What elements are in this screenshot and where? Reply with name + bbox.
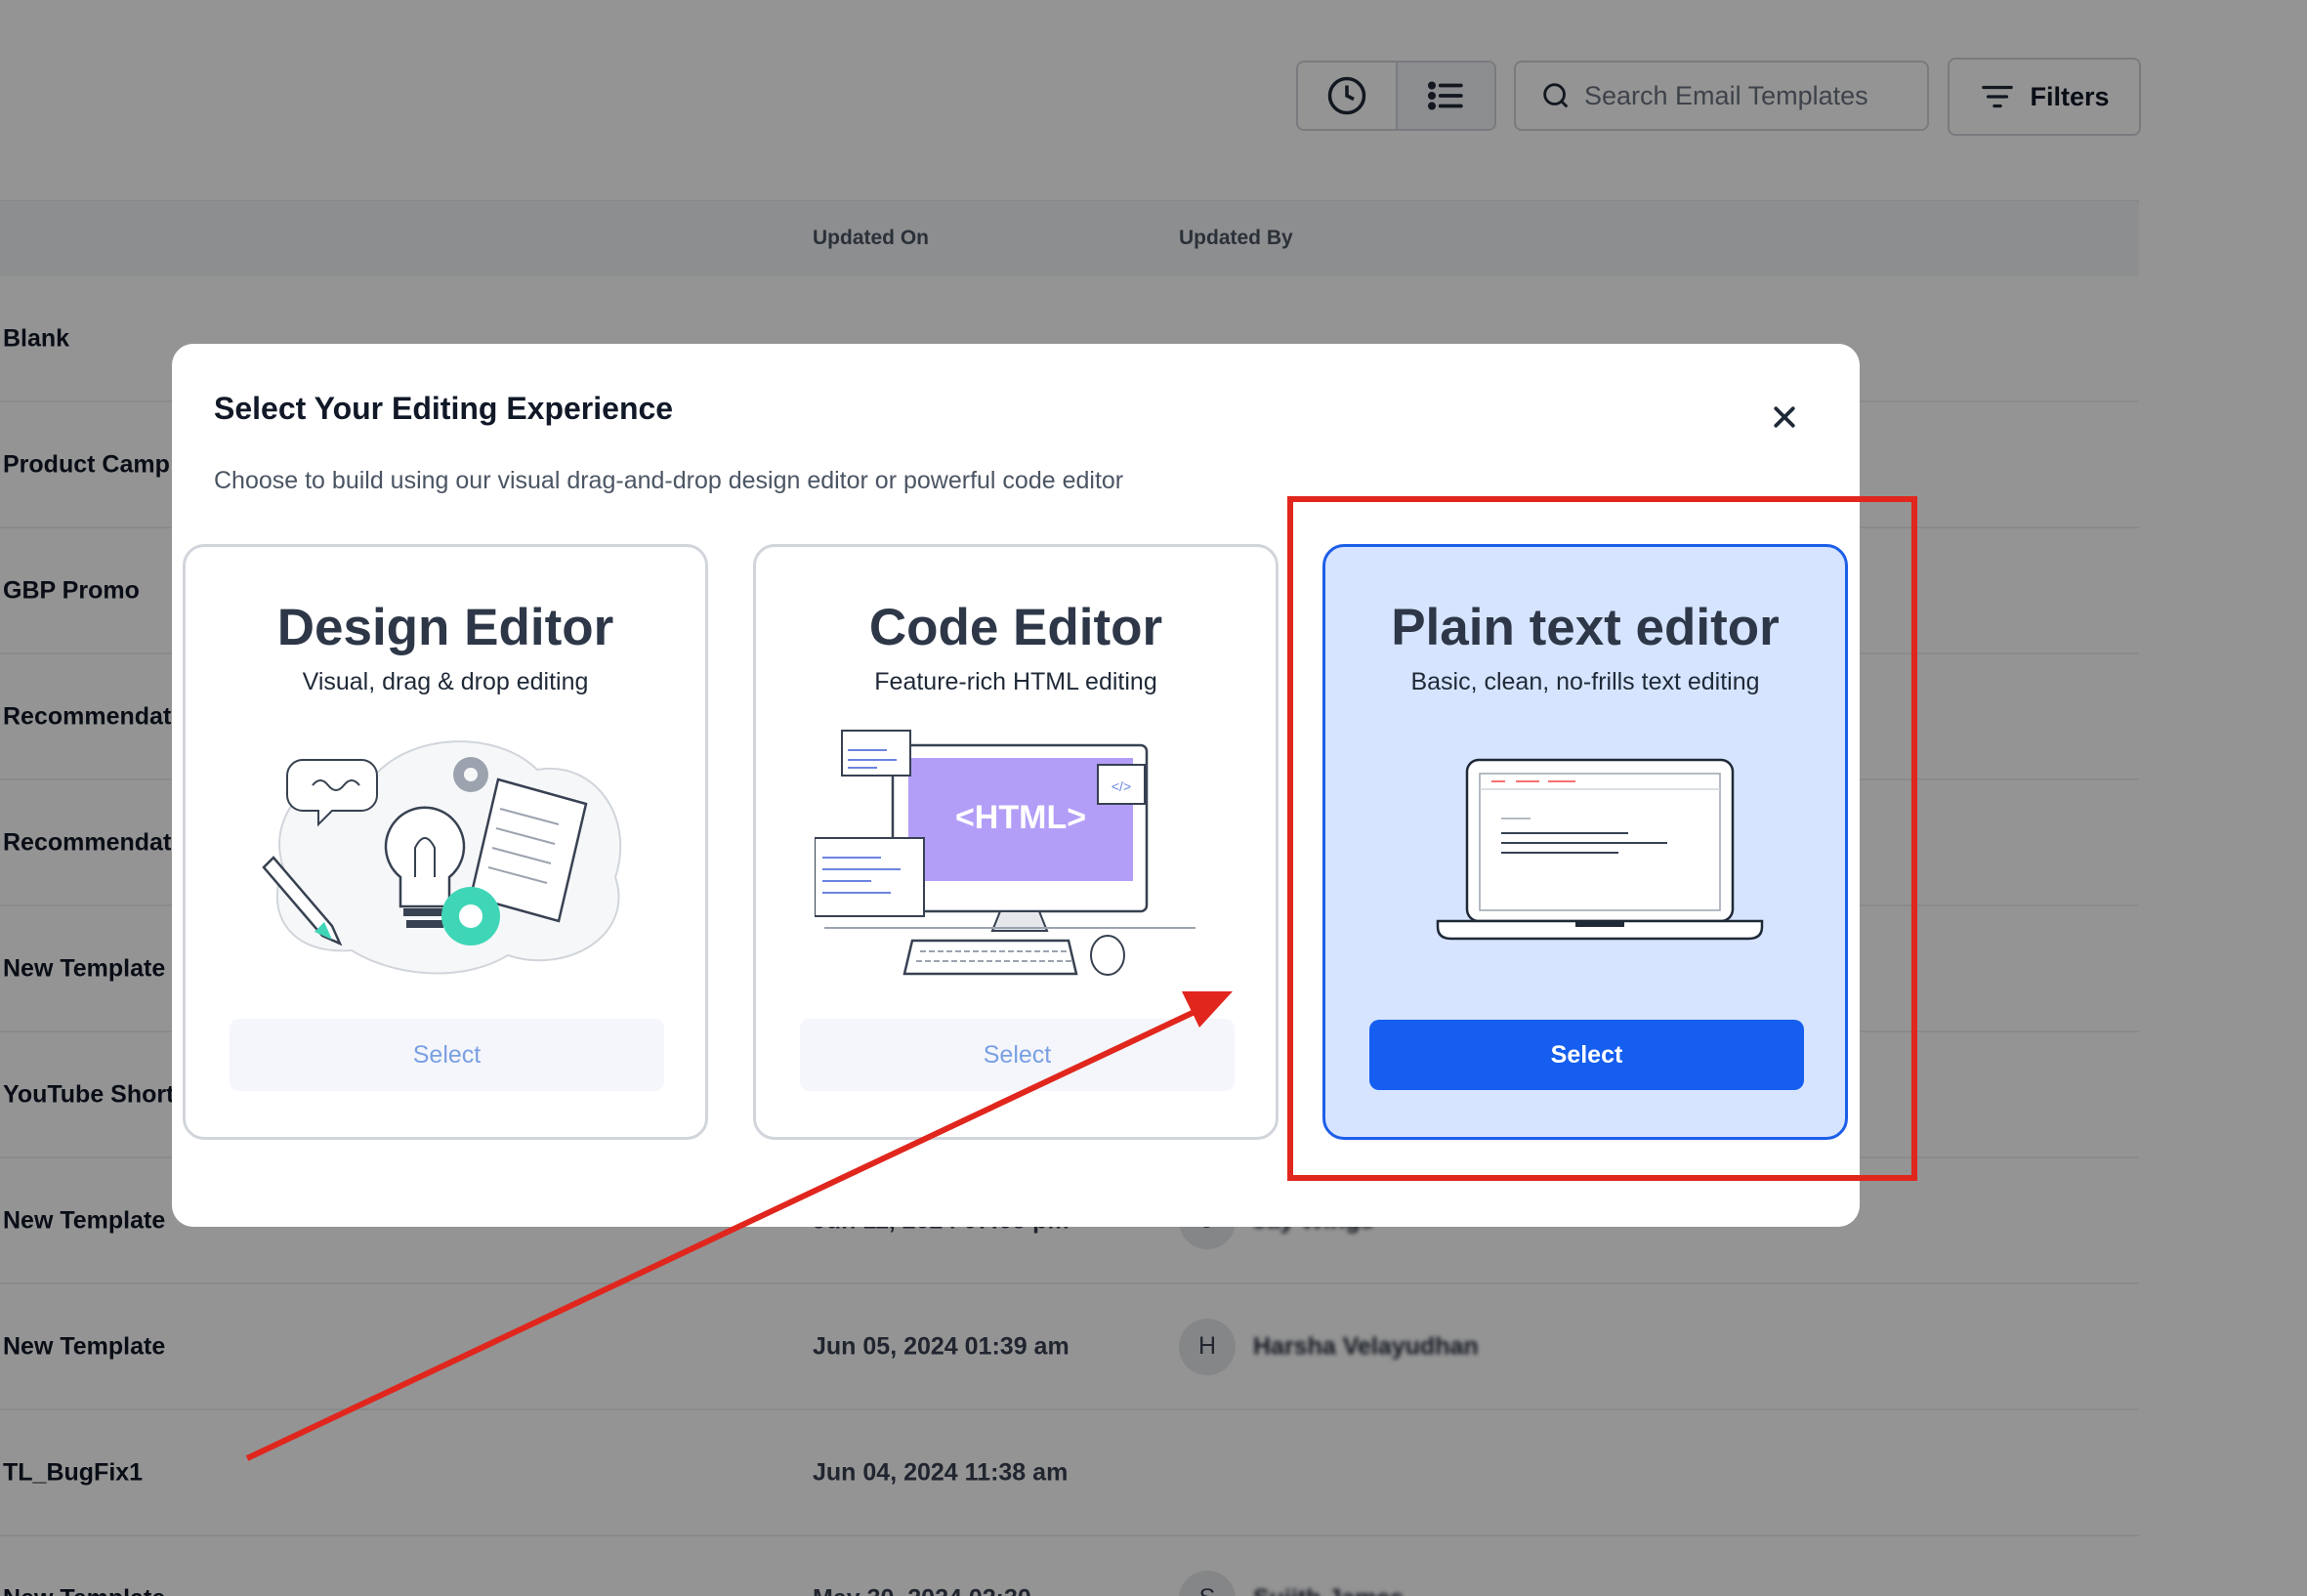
select-code-editor-button[interactable]: Select [800,1019,1235,1091]
card-subtitle: Visual, drag & drop editing [302,668,589,695]
card-subtitle: Feature-rich HTML editing [874,668,1157,695]
select-design-editor-button[interactable]: Select [230,1019,664,1091]
card-title: Design Editor [276,599,614,656]
html-tag-text: <HTML> [955,799,1086,836]
code-editor-card[interactable]: Code Editor Feature-rich HTML editing <H… [753,544,1279,1140]
modal-subtitle: Choose to build using our visual drag-an… [214,467,1124,494]
close-button[interactable] [1762,395,1807,440]
design-editor-card[interactable]: Design Editor Visual, drag & drop editin… [183,544,708,1140]
design-editor-illustration [262,740,622,975]
close-icon [1774,406,1795,428]
annotation-highlight-box [1287,496,1917,1181]
svg-text:</>: </> [1112,778,1131,794]
code-editor-illustration: <HTML> </> [815,730,1195,976]
modal-title: Select Your Editing Experience [214,391,674,426]
card-title: Code Editor [868,599,1163,656]
